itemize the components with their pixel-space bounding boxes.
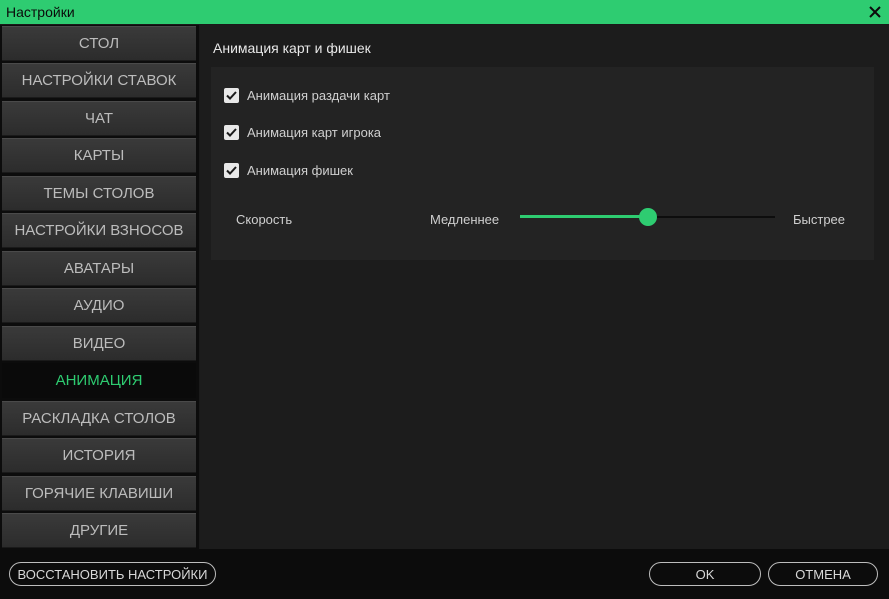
sidebar-item-audio[interactable]: АУДИО (2, 288, 196, 323)
deal-animation-checkbox[interactable] (224, 87, 239, 103)
sidebar-item-cards[interactable]: КАРТЫ (2, 138, 196, 173)
sidebar-item-table-layout[interactable]: РАСКЛАДКА СТОЛОВ (2, 401, 196, 436)
sidebar-item-table[interactable]: СТОЛ (2, 26, 196, 61)
close-button[interactable] (865, 2, 885, 22)
settings-content: Анимация карт и фишек Анимация раздачи к… (200, 25, 889, 549)
ok-button[interactable]: OK (649, 562, 761, 586)
speed-slider[interactable] (520, 207, 775, 227)
sidebar-item-animation[interactable]: АНИМАЦИЯ (2, 363, 196, 398)
slider-thumb[interactable] (638, 208, 657, 226)
animation-panel: Анимация раздачи карт Анимация карт игро… (211, 67, 874, 260)
chips-animation-label: Анимация фишек (247, 162, 353, 178)
speed-label: Скорость (236, 212, 293, 227)
sidebar-item-buyin-settings[interactable]: НАСТРОЙКИ ВЗНОСОВ (2, 213, 196, 248)
slower-label: Медленнее (430, 212, 500, 227)
faster-label: Быстрее (793, 212, 846, 227)
checkmark-icon (226, 127, 237, 137)
sidebar-item-history[interactable]: ИСТОРИЯ (2, 438, 196, 473)
settings-sidebar: СТОЛ НАСТРОЙКИ СТАВОК ЧАТ КАРТЫ ТЕМЫ СТО… (0, 25, 199, 549)
sidebar-item-bet-settings[interactable]: НАСТРОЙКИ СТАВОК (2, 63, 196, 98)
close-icon (869, 6, 881, 18)
checkmark-icon (226, 165, 237, 175)
slider-fill (520, 215, 648, 218)
sidebar-item-other[interactable]: ДРУГИЕ (2, 513, 196, 548)
window-title: Настройки (6, 4, 75, 20)
sidebar-item-hotkeys[interactable]: ГОРЯЧИЕ КЛАВИШИ (2, 476, 196, 511)
player-cards-animation-label: Анимация карт игрока (247, 124, 382, 140)
player-cards-animation-option[interactable]: Анимация карт игрока (224, 123, 381, 141)
restore-settings-button[interactable]: ВОССТАНОВИТЬ НАСТРОЙКИ (9, 562, 216, 586)
sidebar-item-video[interactable]: ВИДЕО (2, 326, 196, 361)
checkmark-icon (226, 90, 237, 100)
settings-window: Настройки СТОЛ НАСТРОЙКИ СТАВОК ЧАТ КАРТ… (0, 0, 889, 599)
section-title: Анимация карт и фишек (213, 40, 371, 56)
chips-animation-checkbox[interactable] (224, 162, 239, 178)
sidebar-item-table-themes[interactable]: ТЕМЫ СТОЛОВ (2, 176, 196, 211)
dialog-footer: ВОССТАНОВИТЬ НАСТРОЙКИ OK ОТМЕНА (0, 549, 889, 599)
cancel-button[interactable]: ОТМЕНА (768, 562, 878, 586)
sidebar-item-chat[interactable]: ЧАТ (2, 101, 196, 136)
player-cards-animation-checkbox[interactable] (224, 124, 239, 140)
chips-animation-option[interactable]: Анимация фишек (224, 161, 353, 179)
title-bar: Настройки (0, 0, 889, 24)
deal-animation-option[interactable]: Анимация раздачи карт (224, 86, 390, 104)
deal-animation-label: Анимация раздачи карт (247, 87, 390, 103)
sidebar-item-avatars[interactable]: АВАТАРЫ (2, 251, 196, 286)
